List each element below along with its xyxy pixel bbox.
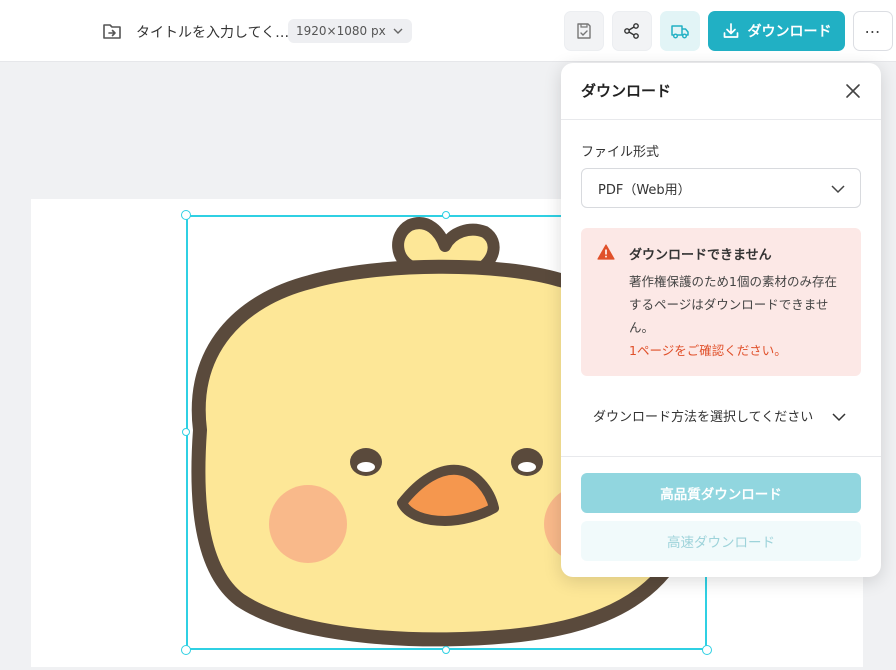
download-icon bbox=[723, 23, 738, 38]
document-title[interactable]: タイトルを入力してく… bbox=[136, 22, 289, 42]
delivery-button[interactable] bbox=[660, 11, 700, 51]
resize-handle-bottom[interactable] bbox=[442, 646, 450, 654]
resize-handle-bottom-right[interactable] bbox=[702, 645, 712, 655]
chevron-down-icon bbox=[832, 413, 846, 422]
chevron-down-icon bbox=[393, 28, 403, 34]
high-quality-download-button[interactable]: 高品質ダウンロード bbox=[581, 473, 861, 513]
panel-title: ダウンロード bbox=[581, 82, 672, 100]
download-method-select[interactable]: ダウンロード方法を選択してください bbox=[581, 400, 861, 430]
alert-message: 著作権保護のため1個の素材のみ存在するページはダウンロードできません。 bbox=[629, 274, 837, 335]
warning-icon bbox=[597, 244, 615, 260]
panel-divider bbox=[561, 456, 881, 457]
top-toolbar: タイトルを入力してく… 1920×1080 px ダウンロード ⋯ bbox=[0, 0, 896, 62]
resize-handle-top-left[interactable] bbox=[181, 210, 191, 220]
canvas-size-dropdown[interactable]: 1920×1080 px bbox=[288, 19, 412, 43]
share-icon bbox=[624, 23, 639, 39]
resize-handle-bottom-left[interactable] bbox=[181, 645, 191, 655]
alert-title: ダウンロードできません bbox=[629, 248, 772, 263]
file-format-label: ファイル形式 bbox=[581, 145, 660, 160]
panel-header: ダウンロード bbox=[561, 63, 881, 120]
resize-handle-top[interactable] bbox=[442, 211, 450, 219]
high-quality-download-label: 高品質ダウンロード bbox=[660, 487, 782, 503]
resize-handle-left[interactable] bbox=[182, 428, 190, 436]
share-button[interactable] bbox=[612, 11, 652, 51]
download-method-placeholder: ダウンロード方法を選択してください bbox=[593, 410, 814, 425]
folder-arrow-icon[interactable] bbox=[102, 22, 122, 40]
alert-link[interactable]: 1ページをご確認ください。 bbox=[629, 340, 787, 359]
more-options-button[interactable]: ⋯ bbox=[853, 11, 893, 51]
canvas-size-label: 1920×1080 px bbox=[296, 24, 386, 38]
file-format-value: PDF（Web用） bbox=[598, 182, 691, 198]
save-check-icon bbox=[577, 23, 591, 39]
download-panel: ダウンロード ファイル形式 PDF（Web用） ダウンロードできません 著作権保… bbox=[561, 63, 881, 577]
download-error-alert: ダウンロードできません 著作権保護のため1個の素材のみ存在するページはダウンロー… bbox=[581, 228, 861, 376]
more-horizontal-icon: ⋯ bbox=[864, 21, 882, 41]
file-format-select[interactable]: PDF（Web用） bbox=[581, 168, 861, 208]
close-icon[interactable] bbox=[843, 81, 863, 101]
fast-download-button[interactable]: 高速ダウンロード bbox=[581, 521, 861, 561]
download-button-label: ダウンロード bbox=[747, 24, 832, 40]
truck-icon bbox=[671, 25, 689, 39]
chevron-down-icon bbox=[831, 185, 845, 194]
fast-download-label: 高速ダウンロード bbox=[667, 535, 775, 551]
download-button[interactable]: ダウンロード bbox=[708, 11, 845, 51]
save-button[interactable] bbox=[564, 11, 604, 51]
